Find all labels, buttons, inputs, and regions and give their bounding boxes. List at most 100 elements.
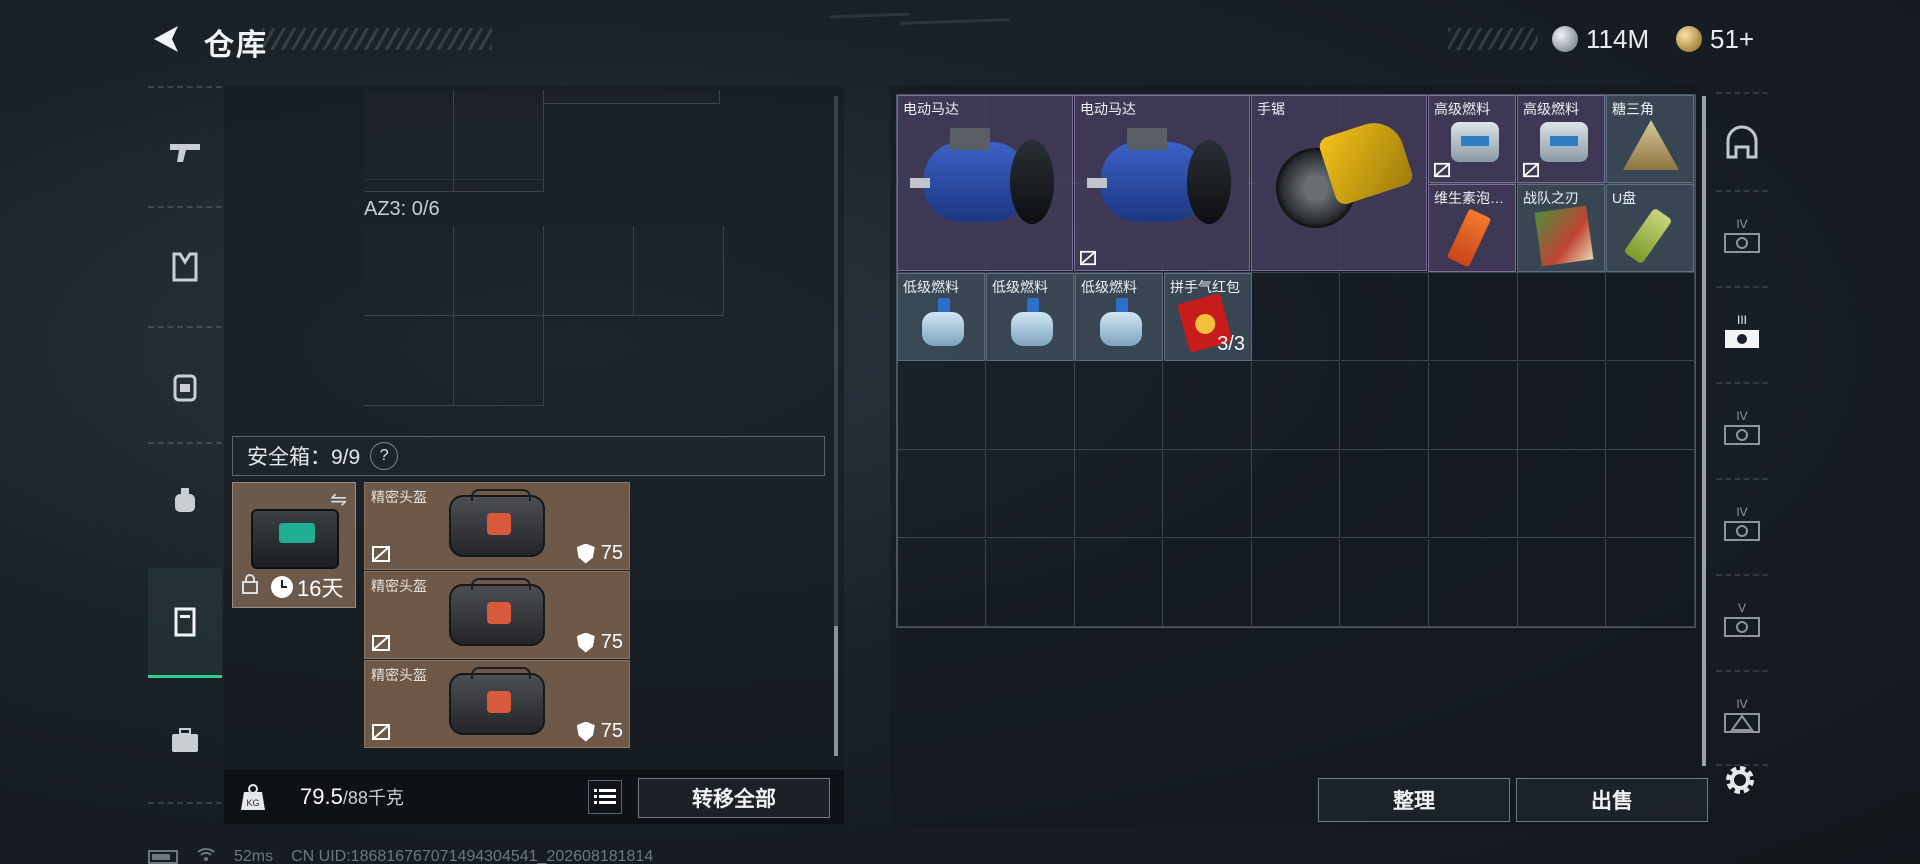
warehouse-item[interactable]: 低级燃料 — [897, 273, 985, 361]
warehouse-slot[interactable] — [986, 539, 1075, 627]
warehouse-tab[interactable]: IV — [1712, 192, 1772, 282]
container-slot[interactable] — [364, 226, 454, 316]
warehouse-item[interactable]: 糖三角 — [1606, 95, 1694, 183]
weight-bar: KG 79.5/88千克 转移全部 — [224, 770, 844, 824]
container-slot[interactable] — [454, 226, 544, 316]
tab-level: V — [1737, 601, 1746, 615]
warehouse-slot[interactable] — [1163, 450, 1252, 539]
container-slot[interactable] — [634, 226, 724, 316]
warehouse-slot[interactable] — [1075, 539, 1164, 627]
rail-item-vest[interactable] — [148, 212, 222, 322]
warehouse-slot[interactable] — [1429, 361, 1518, 450]
container-slot[interactable] — [454, 316, 544, 406]
warehouse-slot[interactable] — [986, 450, 1075, 539]
warehouse-slot[interactable] — [898, 450, 986, 539]
warehouse-slot[interactable] — [1075, 450, 1164, 539]
helmet-case-image — [449, 578, 545, 646]
warehouse-tab[interactable]: IV — [1712, 672, 1772, 762]
safebox-item[interactable]: 精密头盔 75 — [364, 660, 630, 748]
warehouse-slot[interactable] — [1518, 361, 1607, 450]
warehouse-slot[interactable] — [1163, 539, 1252, 627]
warehouse-slot[interactable] — [1518, 273, 1607, 362]
clock-icon — [271, 576, 293, 598]
back-button[interactable] — [150, 22, 184, 56]
warehouse-item[interactable]: 低级燃料 — [986, 273, 1074, 361]
rail-item-backpack[interactable] — [148, 332, 222, 442]
scroll-thumb[interactable] — [834, 626, 838, 756]
warehouse-slot[interactable] — [898, 361, 986, 450]
warehouse-tab[interactable]: V — [1712, 576, 1772, 666]
warehouse-slot[interactable] — [1341, 539, 1429, 627]
warehouse-slot[interactable] — [1606, 273, 1695, 362]
help-icon[interactable]: ? — [370, 442, 399, 470]
warehouse-item[interactable]: U盘 — [1606, 184, 1694, 272]
warehouse-slot[interactable] — [1252, 273, 1341, 362]
currency-silver[interactable]: 114M — [1552, 22, 1649, 56]
tab-level: III — [1736, 313, 1747, 327]
warehouse-item[interactable]: 电动马达 — [897, 95, 1073, 271]
warehouse-slot[interactable] — [1429, 273, 1518, 362]
warehouse-item[interactable]: 高级燃料 — [1517, 95, 1605, 183]
warehouse-item[interactable]: 低级燃料 — [1075, 273, 1163, 361]
warehouse-scrollbar[interactable] — [1702, 96, 1706, 766]
warehouse-item[interactable]: 维生素泡… — [1428, 184, 1516, 272]
safebox-item[interactable]: 精密头盔 75 — [364, 571, 630, 659]
container-slot[interactable] — [544, 90, 720, 104]
settings-gear-icon[interactable] — [1720, 760, 1760, 800]
equipment-scrollbar[interactable] — [834, 96, 838, 756]
warehouse-slot[interactable] — [1341, 361, 1429, 450]
gun-icon — [170, 144, 200, 162]
warehouse-slot[interactable] — [1606, 361, 1695, 450]
armor-number: 75 — [600, 542, 623, 564]
warehouse-slot[interactable] — [1341, 273, 1429, 362]
warehouse-slot[interactable] — [1606, 539, 1695, 627]
warehouse-slot[interactable] — [986, 361, 1075, 450]
warehouse-slot[interactable] — [1429, 450, 1518, 539]
warehouse-slot[interactable] — [898, 539, 986, 627]
safebox-image — [251, 509, 339, 569]
rail-item-pouch[interactable] — [148, 446, 222, 556]
warehouse-tab[interactable]: IV — [1712, 480, 1772, 570]
warehouse-slot[interactable] — [1341, 450, 1429, 539]
warehouse-tab-main[interactable] — [1712, 98, 1772, 188]
warehouse-item[interactable]: 电动马达 — [1074, 95, 1250, 271]
list-view-button[interactable] — [588, 780, 622, 814]
currency-gold[interactable]: 51+ — [1676, 22, 1754, 56]
warehouse-slot[interactable] — [1163, 361, 1252, 450]
warehouse-slot[interactable] — [1252, 539, 1341, 627]
warehouse-slot[interactable] — [1429, 539, 1518, 627]
warehouse-slot[interactable] — [1252, 361, 1341, 450]
rail-divider — [148, 326, 222, 328]
warehouse-item[interactable]: 拼手气红包 3/3 — [1164, 273, 1252, 361]
container-slot[interactable] — [544, 226, 634, 316]
rail-item-weapon[interactable] — [148, 96, 222, 206]
warehouse-tab[interactable]: IV — [1712, 384, 1772, 474]
warehouse-slot[interactable] — [1518, 539, 1607, 627]
scroll-thumb[interactable] — [1702, 96, 1706, 766]
warehouse-item[interactable]: 手锯 — [1251, 95, 1427, 271]
container-slot[interactable] — [364, 102, 454, 192]
container-slot[interactable] — [364, 316, 454, 406]
safebox-item[interactable]: 精密头盔 75 — [364, 482, 630, 570]
safebox-card[interactable]: ⇋ 16天 — [232, 482, 356, 608]
rail-item-safebox[interactable] — [148, 568, 222, 678]
container-slot[interactable] — [454, 102, 544, 192]
warehouse-slot[interactable] — [1252, 450, 1341, 539]
sell-button[interactable]: 出售 — [1516, 778, 1708, 822]
item-name: U盘 — [1612, 190, 1637, 206]
warehouse-tab-active[interactable]: III — [1712, 288, 1772, 378]
warehouse-item[interactable]: 高级燃料 — [1428, 95, 1516, 183]
rail-item-toolbox[interactable] — [148, 686, 222, 796]
armor-value: 75 — [576, 720, 623, 743]
sort-button[interactable]: 整理 — [1318, 778, 1510, 822]
silver-coin-icon — [1552, 26, 1578, 52]
warehouse-slot[interactable] — [1518, 450, 1607, 539]
low-fuel-image — [1098, 298, 1144, 348]
sugar-triangle-image — [1623, 120, 1679, 170]
swap-icon[interactable]: ⇋ — [330, 487, 347, 512]
armor-value: 75 — [576, 631, 623, 654]
transfer-all-button[interactable]: 转移全部 — [638, 778, 830, 818]
warehouse-slot[interactable] — [1075, 361, 1164, 450]
warehouse-item[interactable]: 战队之刃 — [1517, 184, 1605, 272]
warehouse-slot[interactable] — [1606, 450, 1695, 539]
